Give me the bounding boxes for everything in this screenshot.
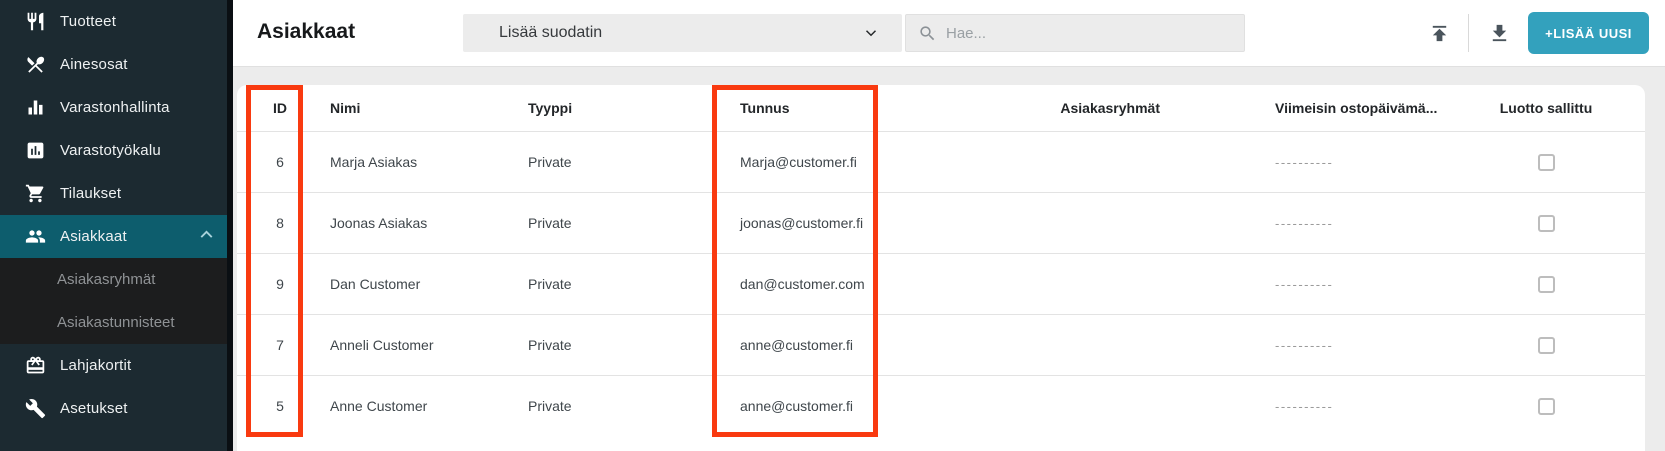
sidebar-item-asiakasryhmat[interactable]: Asiakasryhmät xyxy=(0,258,233,301)
upload-icon xyxy=(1428,22,1451,45)
column-header-asiakasryhmat[interactable]: Asiakasryhmät xyxy=(905,100,1160,116)
toolbar-divider xyxy=(1468,14,1469,52)
table-row[interactable]: 8 Joonas Asiakas Private joonas@customer… xyxy=(237,192,1645,253)
sidebar-item-lahjakortit[interactable]: Lahjakortit xyxy=(0,344,233,387)
column-header-nimi[interactable]: Nimi xyxy=(310,100,520,116)
cell-nimi: Dan Customer xyxy=(310,276,520,292)
cell-tunnus: Marja@customer.fi xyxy=(705,154,905,170)
cell-nimi: Marja Asiakas xyxy=(310,154,520,170)
cell-viimeisin-ostopaiva: ---------- xyxy=(1160,338,1490,353)
luotto-checkbox[interactable] xyxy=(1538,276,1555,293)
luotto-checkbox[interactable] xyxy=(1538,337,1555,354)
add-new-button[interactable]: +LISÄÄ UUSI xyxy=(1528,12,1649,54)
sidebar-item-label: Ainesosat xyxy=(60,56,128,73)
add-filter-label: Lisää suodatin xyxy=(499,24,602,42)
sidebar-item-varastotyokalu[interactable]: Varastotyökalu xyxy=(0,129,233,172)
column-header-tyyppi[interactable]: Tyyppi xyxy=(520,100,705,116)
sidebar-item-tilaukset[interactable]: Tilaukset xyxy=(0,172,233,215)
restaurant-icon xyxy=(25,11,46,32)
cell-id: 7 xyxy=(250,337,310,353)
luotto-checkbox[interactable] xyxy=(1538,215,1555,232)
luotto-checkbox[interactable] xyxy=(1538,154,1555,171)
sidebar-item-label: Varastonhallinta xyxy=(60,99,170,116)
sidebar-item-label: Tuotteet xyxy=(60,13,116,30)
sidebar-subitem-label: Asiakasryhmät xyxy=(57,271,155,288)
cell-tyyppi: Private xyxy=(520,154,705,170)
table-row[interactable]: 6 Marja Asiakas Private Marja@customer.f… xyxy=(237,131,1645,192)
cell-tunnus: dan@customer.com xyxy=(705,276,905,292)
cell-id: 6 xyxy=(250,154,310,170)
cell-nimi: Joonas Asiakas xyxy=(310,215,520,231)
cell-nimi: Anne Customer xyxy=(310,398,520,414)
sidebar-item-asiakkaat[interactable]: Asiakkaat xyxy=(0,215,233,258)
sidebar-item-asetukset[interactable]: Asetukset xyxy=(0,387,233,430)
sidebar-item-varastonhallinta[interactable]: Varastonhallinta xyxy=(0,86,233,129)
people-icon xyxy=(25,226,46,247)
cell-tyyppi: Private xyxy=(520,337,705,353)
cell-nimi: Anneli Customer xyxy=(310,337,520,353)
cell-viimeisin-ostopaiva: ---------- xyxy=(1160,216,1490,231)
cell-tyyppi: Private xyxy=(520,276,705,292)
cell-tunnus: anne@customer.fi xyxy=(705,337,905,353)
cell-viimeisin-ostopaiva: ---------- xyxy=(1160,155,1490,170)
cell-tunnus: joonas@customer.fi xyxy=(705,215,905,231)
import-button[interactable] xyxy=(1427,22,1451,46)
wrench-icon xyxy=(25,398,46,419)
search-input[interactable] xyxy=(946,25,1232,42)
sidebar: Tuotteet Ainesosat Varastonhallinta Vara… xyxy=(0,0,233,451)
sidebar-item-asiakastunnisteet[interactable]: Asiakastunnisteet xyxy=(0,301,233,344)
sidebar-submenu: Asiakasryhmät Asiakastunnisteet xyxy=(0,258,233,344)
table-row[interactable]: 7 Anneli Customer Private anne@customer.… xyxy=(237,314,1645,375)
cell-id: 5 xyxy=(250,398,310,414)
topbar: Asiakkaat Lisää suodatin +LISÄÄ UUSI xyxy=(233,0,1665,67)
sidebar-item-label: Asiakkaat xyxy=(60,228,127,245)
download-icon xyxy=(1488,22,1511,45)
cell-viimeisin-ostopaiva: ---------- xyxy=(1160,399,1490,414)
chevron-down-icon xyxy=(862,24,880,42)
table-row[interactable]: 5 Anne Customer Private anne@customer.fi… xyxy=(237,375,1645,436)
cell-tyyppi: Private xyxy=(520,398,705,414)
giftcard-icon xyxy=(25,355,46,376)
cell-id: 9 xyxy=(250,276,310,292)
crossed-utensils-icon xyxy=(25,54,46,75)
chevron-up-icon xyxy=(196,224,217,249)
sidebar-item-label: Tilaukset xyxy=(60,185,121,202)
add-filter-dropdown[interactable]: Lisää suodatin xyxy=(463,14,902,52)
sidebar-item-label: Varastotyökalu xyxy=(60,142,161,159)
main-area: Asiakkaat Lisää suodatin +LISÄÄ UUSI ID … xyxy=(233,0,1665,451)
table-row[interactable]: 9 Dan Customer Private dan@customer.com … xyxy=(237,253,1645,314)
luotto-checkbox[interactable] xyxy=(1538,398,1555,415)
cell-tunnus: anne@customer.fi xyxy=(705,398,905,414)
cell-tyyppi: Private xyxy=(520,215,705,231)
shopping-cart-icon xyxy=(25,183,46,204)
search-box xyxy=(905,14,1245,52)
sidebar-item-label: Asetukset xyxy=(60,400,128,417)
cell-viimeisin-ostopaiva: ---------- xyxy=(1160,277,1490,292)
table-header-row: ID Nimi Tyyppi Tunnus Asiakasryhmät Viim… xyxy=(237,85,1645,131)
bar-chart-icon xyxy=(25,97,46,118)
page-title: Asiakkaat xyxy=(257,20,355,44)
sidebar-item-label: Lahjakortit xyxy=(60,357,131,374)
search-icon xyxy=(918,24,937,43)
content-area: ID Nimi Tyyppi Tunnus Asiakasryhmät Viim… xyxy=(233,67,1665,451)
cell-id: 8 xyxy=(250,215,310,231)
chart-box-icon xyxy=(25,140,46,161)
column-header-luotto-sallittu[interactable]: Luotto sallittu xyxy=(1490,100,1632,116)
sidebar-item-ainesosat[interactable]: Ainesosat xyxy=(0,43,233,86)
column-header-tunnus[interactable]: Tunnus xyxy=(705,100,905,116)
sidebar-subitem-label: Asiakastunnisteet xyxy=(57,314,175,331)
customers-table-card: ID Nimi Tyyppi Tunnus Asiakasryhmät Viim… xyxy=(237,85,1645,451)
column-header-id[interactable]: ID xyxy=(250,100,310,116)
export-button[interactable] xyxy=(1487,22,1511,46)
sidebar-item-tuotteet[interactable]: Tuotteet xyxy=(0,0,233,43)
column-header-viimeisin-ostopaiva[interactable]: Viimeisin ostopäivämä... xyxy=(1160,100,1490,116)
